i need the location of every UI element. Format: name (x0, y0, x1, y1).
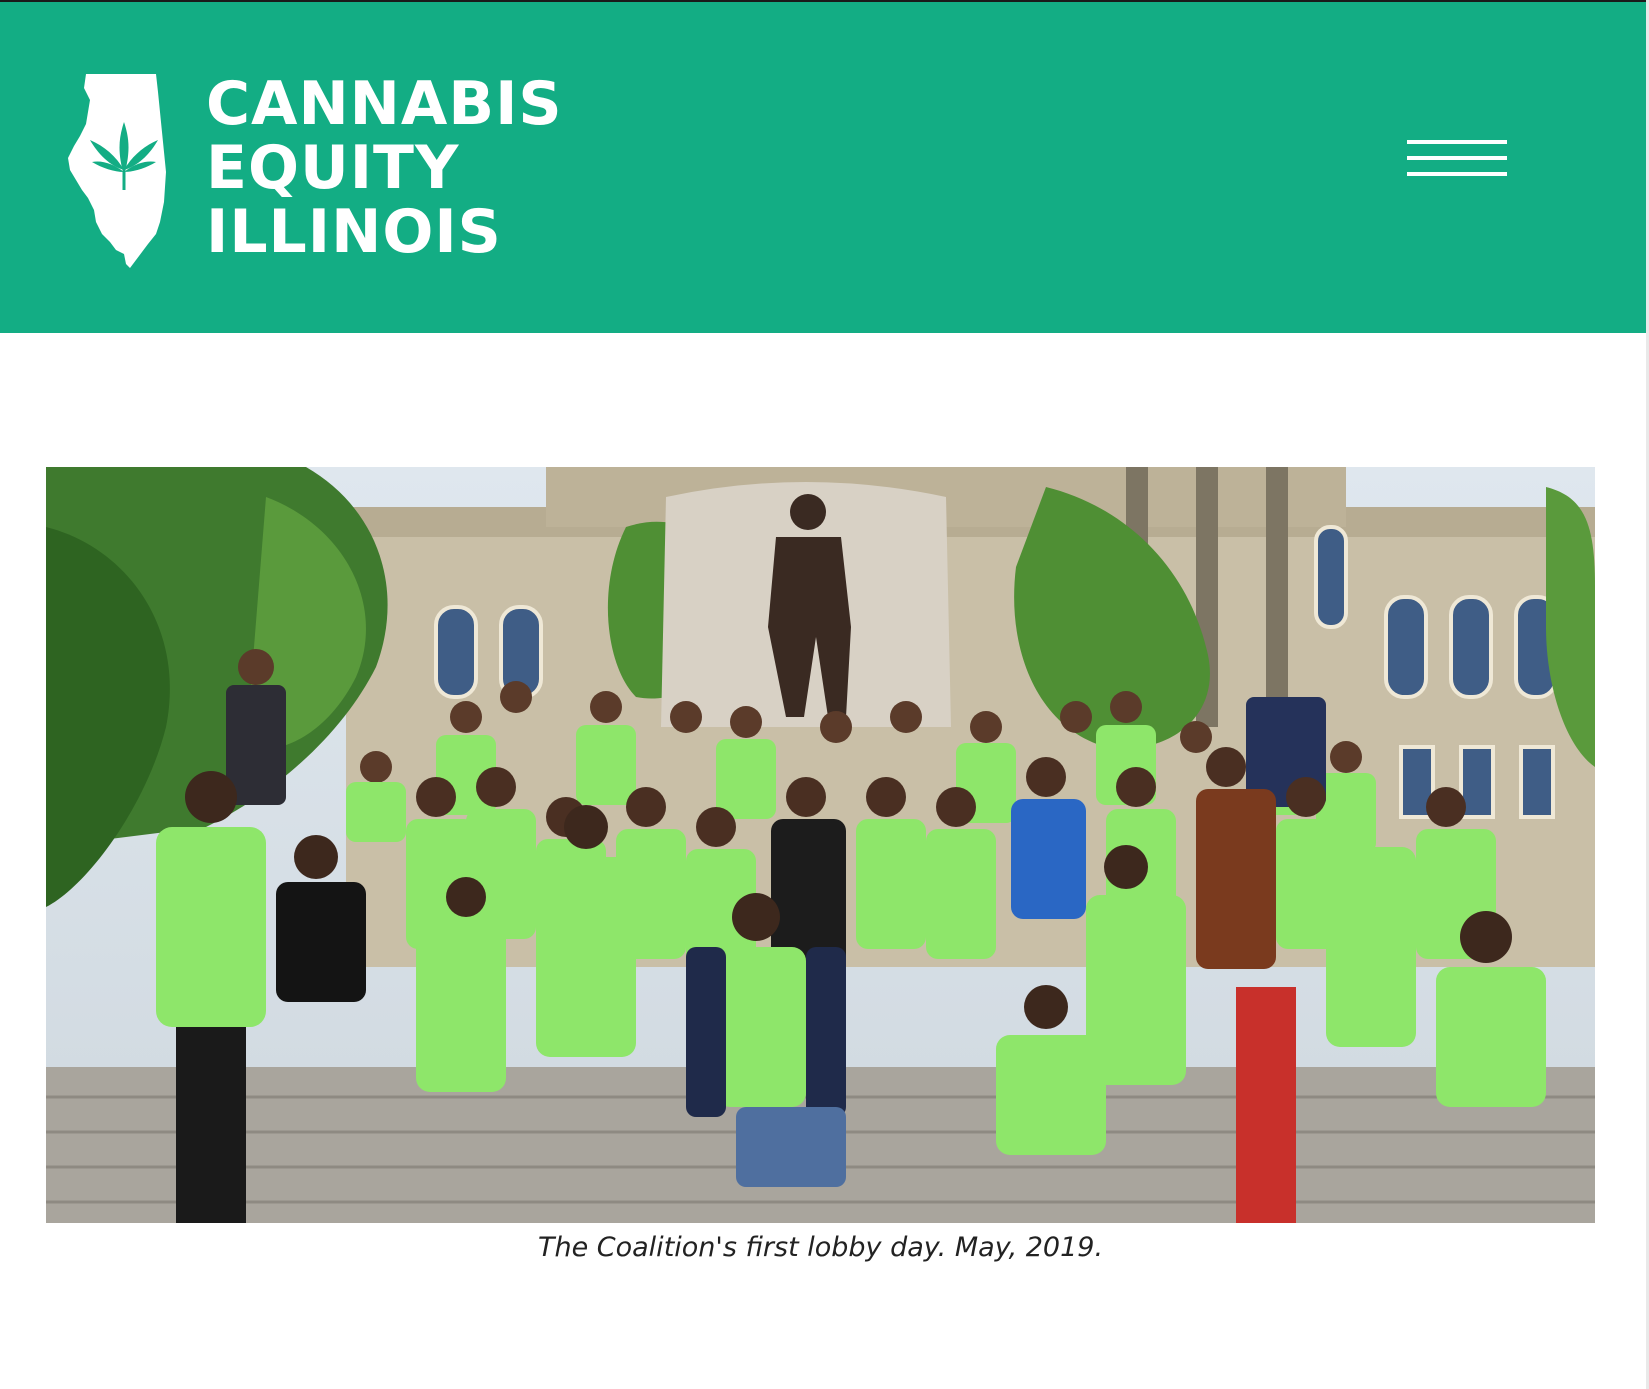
group-photo-illustration (46, 467, 1595, 1223)
lobby-day-group-photo (46, 467, 1595, 1223)
site-header: CANNABIS EQUITY ILLINOIS (0, 2, 1646, 333)
page: CANNABIS EQUITY ILLINOIS The Coalition's… (0, 0, 1649, 1389)
hamburger-menu-button[interactable] (1395, 130, 1507, 190)
logo-wordmark: CANNABIS EQUITY ILLINOIS (206, 69, 563, 267)
logo-line-cannabis: CANNABIS (206, 69, 563, 139)
site-logo-link[interactable]: CANNABIS EQUITY ILLINOIS (66, 69, 563, 272)
illinois-map-cannabis-leaf-icon (68, 74, 166, 268)
logo-line-equity: EQUITY (206, 133, 460, 203)
photo-caption: The Coalition's first lobby day. May, 20… (537, 1232, 1104, 1263)
logo-line-illinois: ILLINOIS (206, 197, 502, 267)
